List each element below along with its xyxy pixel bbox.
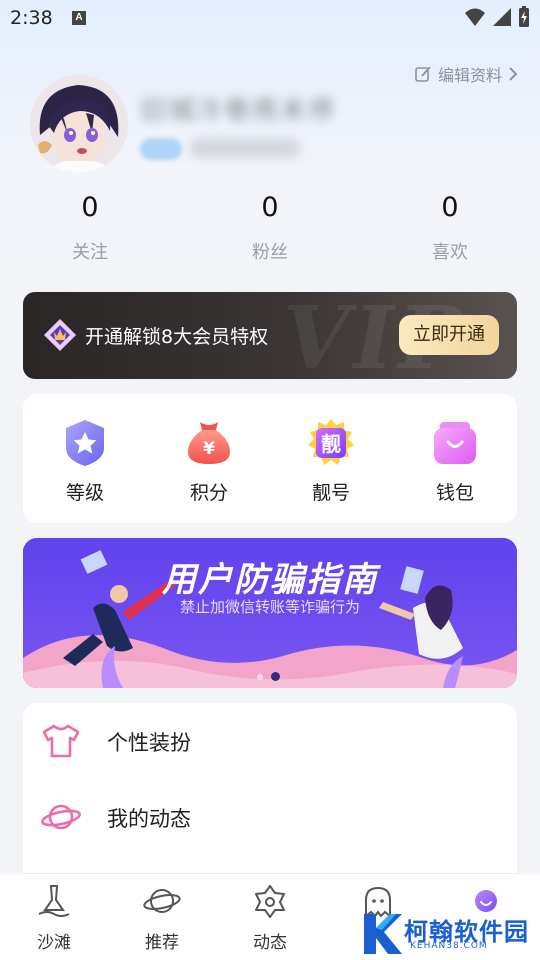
nav-beach[interactable]: 沙滩 — [9, 882, 99, 953]
anti-fraud-banner[interactable]: 用户防骗指南 禁止加微信转账等诈骗行为 — [23, 538, 517, 688]
svg-text:¥: ¥ — [203, 439, 215, 459]
action-level[interactable]: 等级 — [35, 418, 135, 505]
pretty-number-icon: 靓 — [308, 419, 354, 465]
nav-label: 推荐 — [145, 933, 179, 953]
carousel-indicator — [257, 672, 280, 681]
kehan-logo-icon — [364, 914, 402, 954]
vip-promo-text: 开通解锁8大会员特权 — [85, 326, 269, 348]
tshirt-icon — [42, 724, 80, 758]
signal-icon — [493, 8, 511, 26]
action-label: 靓号 — [311, 482, 350, 504]
stat-count: 0 — [441, 192, 459, 223]
level-star-icon — [66, 420, 104, 466]
avatar[interactable] — [30, 75, 128, 173]
anime-boy-avatar-image — [30, 75, 128, 173]
banner-title: 用户防骗指南 — [162, 560, 378, 600]
carousel-dot-active[interactable] — [271, 672, 280, 681]
nickname: 旧城冷巷雨未停 — [140, 96, 337, 126]
planet-icon — [41, 804, 81, 830]
edit-profile-label: 编辑资料 — [437, 66, 502, 85]
menu-item-personal-style[interactable]: 个性装扮 — [23, 703, 517, 779]
wifi-icon — [465, 8, 485, 26]
stat-following[interactable]: 0 关注 — [20, 190, 160, 264]
beach-icon — [38, 885, 70, 917]
stat-count: 0 — [81, 192, 99, 223]
action-wallet[interactable]: 钱包 — [405, 418, 505, 505]
site-watermark: 柯翰软件园 KEHAN38.COM — [360, 910, 530, 956]
status-icons — [464, 6, 530, 28]
status-bar: 2:38 A — [0, 0, 540, 38]
battery-icon — [519, 6, 529, 27]
vip-activate-button[interactable]: 立即开通 — [399, 315, 499, 355]
flower-icon — [255, 885, 285, 918]
nav-feed[interactable]: 动态 — [225, 882, 315, 953]
quick-actions-card: 等级 ¥ 积分 靓 靓号 钱包 — [23, 394, 517, 523]
stat-count: 0 — [261, 192, 279, 223]
user-id — [190, 138, 300, 158]
planet-icon — [143, 889, 181, 913]
vip-banner[interactable]: VIP 开通解锁8大会员特权 立即开通 — [23, 292, 517, 379]
vip-diamond-icon — [43, 318, 77, 352]
banner-subtitle: 禁止加微信转账等诈骗行为 — [179, 598, 360, 616]
action-pretty-number[interactable]: 靓 靓号 — [281, 418, 381, 505]
edit-icon — [415, 66, 431, 82]
nav-recommend[interactable]: 推荐 — [117, 882, 207, 953]
notification-a-icon: A — [72, 11, 86, 25]
stat-likes[interactable]: 0 喜欢 — [380, 190, 520, 264]
stat-label: 关注 — [72, 242, 108, 263]
menu-label: 个性装扮 — [107, 731, 191, 755]
stats-row: 0 关注 0 粉丝 0 喜欢 — [0, 190, 540, 270]
user-tag-badge — [140, 138, 182, 160]
wallet-icon — [434, 422, 476, 464]
stat-label: 喜欢 — [432, 242, 468, 263]
menu-item-my-posts[interactable]: 我的动态 — [23, 779, 517, 855]
action-label: 钱包 — [435, 482, 474, 504]
points-money-bag-icon: ¥ — [188, 422, 230, 464]
nav-label: 沙滩 — [37, 933, 71, 953]
chevron-right-icon — [509, 67, 518, 81]
menu-label: 我的动态 — [107, 807, 191, 831]
action-points[interactable]: ¥ 积分 — [159, 418, 259, 505]
stat-followers[interactable]: 0 粉丝 — [200, 190, 340, 264]
stat-label: 粉丝 — [252, 242, 288, 263]
nav-label: 动态 — [253, 933, 287, 953]
watermark-site: KEHAN38.COM — [410, 941, 488, 951]
edit-profile-button[interactable]: 编辑资料 — [414, 62, 518, 86]
action-label: 积分 — [189, 482, 228, 504]
status-time: 2:38 — [10, 7, 53, 29]
action-label: 等级 — [65, 482, 104, 504]
carousel-dot[interactable] — [257, 673, 263, 680]
pretty-number-glyph: 靓 — [321, 432, 341, 456]
